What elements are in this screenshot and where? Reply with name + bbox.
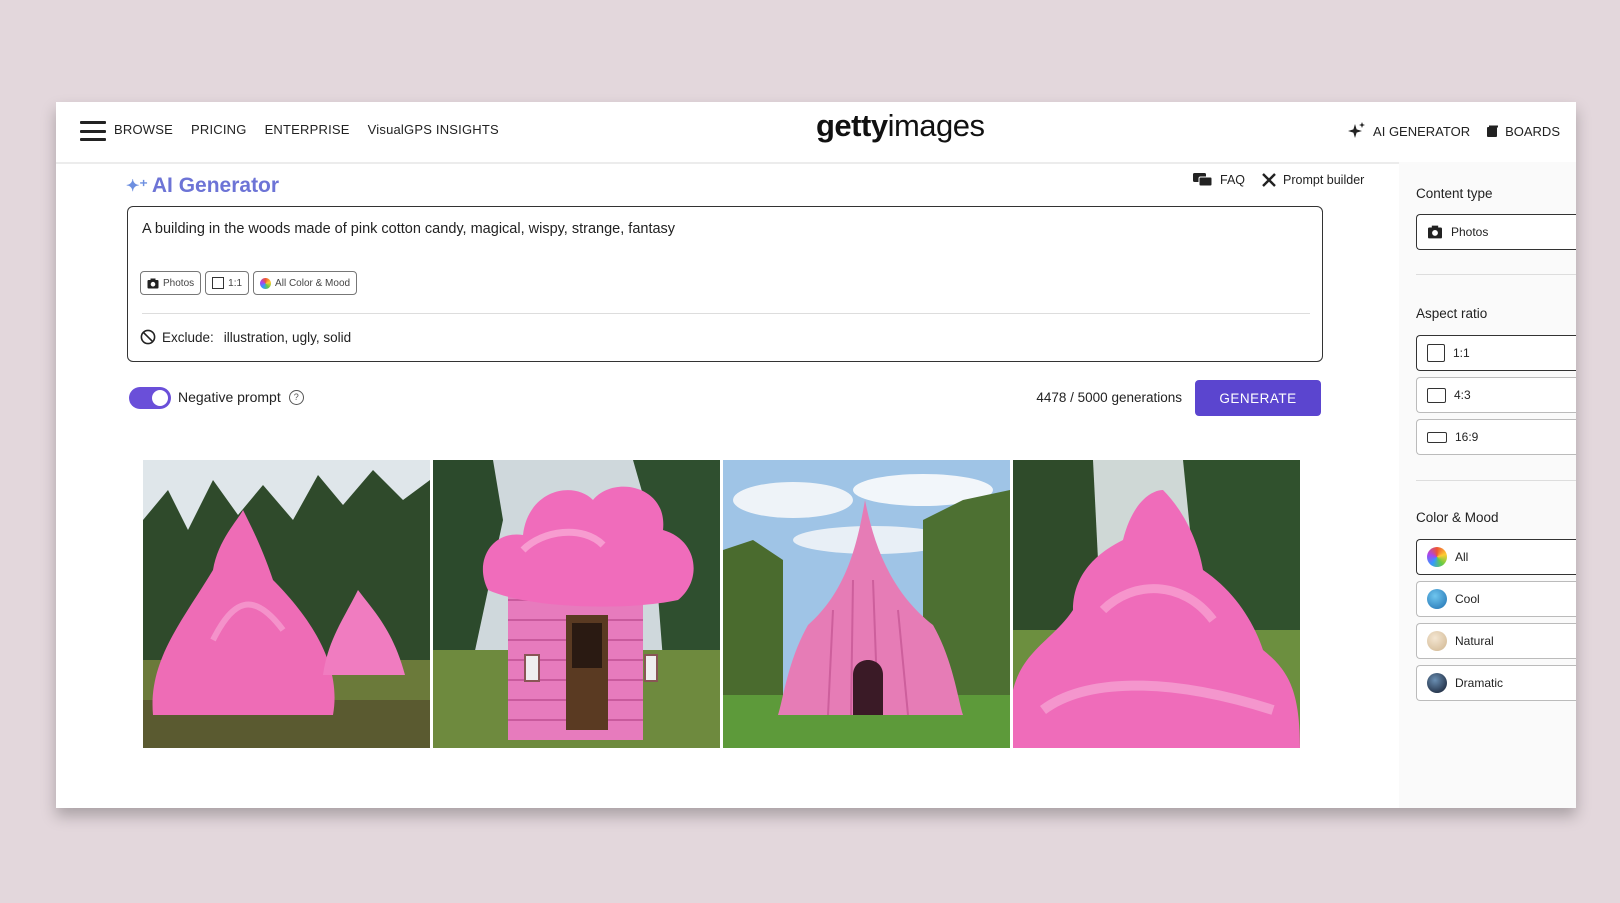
negative-prompt-row: Negative prompt ?: [178, 389, 304, 405]
color-all[interactable]: All: [1416, 539, 1576, 575]
content-type-label: Photos: [1451, 225, 1489, 239]
logo-bold: getty: [816, 108, 888, 143]
color-all-label: All: [1455, 550, 1469, 564]
generated-image-4[interactable]: [1013, 460, 1300, 748]
chip-aspect[interactable]: 1:1: [205, 271, 250, 295]
aspect-4-3[interactable]: 4:3: [1416, 377, 1576, 413]
ai-generator-label: AI GENERATOR: [1373, 123, 1471, 139]
square-icon: [1427, 344, 1445, 362]
camera-icon: [147, 278, 159, 288]
aspect-ratio-title: Aspect ratio: [1416, 306, 1488, 321]
boards-icon: [1487, 125, 1499, 137]
natural-swatch-icon: [1427, 631, 1447, 651]
page-title: ✦⁺ AI Generator: [126, 174, 279, 198]
generated-image-1[interactable]: [143, 460, 430, 748]
logo-light: images: [887, 108, 985, 143]
sparkle-icon: [1348, 122, 1366, 138]
generated-image-3[interactable]: [723, 460, 1010, 748]
divider: [1416, 274, 1576, 275]
ai-generator-link[interactable]: AI GENERATOR: [1347, 121, 1470, 141]
page-title-text: AI Generator: [151, 174, 280, 197]
faq-label: FAQ: [1220, 173, 1246, 187]
color-dramatic-label: Dramatic: [1455, 676, 1504, 690]
chat-icon: [1193, 173, 1213, 187]
aspect-4-3-label: 4:3: [1454, 388, 1471, 402]
generated-image-2[interactable]: [433, 460, 720, 748]
color-natural-label: Natural: [1455, 634, 1494, 648]
color-mood-title: Color & Mood: [1416, 510, 1499, 525]
color-cool[interactable]: Cool: [1416, 581, 1576, 617]
color-dramatic[interactable]: Dramatic: [1416, 665, 1576, 701]
help-links: FAQ Prompt builder: [1192, 172, 1364, 188]
exclude-row[interactable]: Exclude: illustration, ugly, solid: [140, 329, 351, 345]
filter-panel: Content type Photos Aspect ratio 1:1 4:3…: [1399, 162, 1576, 808]
exclude-label: Exclude:: [162, 329, 214, 345]
negative-prompt-label: Negative prompt: [178, 389, 281, 405]
gettyimages-logo[interactable]: gettyimages: [816, 108, 985, 144]
color-wheel-icon: [260, 277, 272, 289]
nav-enterprise[interactable]: ENTERPRISE: [265, 122, 350, 137]
boards-label: BOARDS: [1505, 123, 1560, 139]
app-window: BROWSE PRICING ENTERPRISE VisualGPS INSI…: [56, 102, 1576, 808]
boards-link[interactable]: BOARDS: [1486, 124, 1560, 139]
block-icon: [140, 329, 156, 345]
dramatic-swatch-icon: [1427, 673, 1447, 693]
wide-rectangle-icon: [1427, 431, 1447, 443]
generation-count: 4478 / 5000 generations: [1036, 390, 1182, 405]
camera-icon: [1428, 225, 1442, 239]
top-nav: BROWSE PRICING ENTERPRISE VisualGPS INSI…: [56, 102, 1576, 164]
divider: [1416, 480, 1576, 481]
tools-icon: [1262, 173, 1276, 187]
aspect-1-1-label: 1:1: [1453, 346, 1470, 360]
nav-links: BROWSE PRICING ENTERPRISE VisualGPS INSI…: [114, 122, 499, 137]
prompt-chips: Photos 1:1 All Color & Mood: [140, 271, 358, 295]
chip-photos[interactable]: Photos: [140, 271, 202, 295]
help-icon[interactable]: ?: [288, 389, 304, 405]
aspect-1-1[interactable]: 1:1: [1416, 335, 1576, 371]
cool-swatch-icon: [1427, 589, 1447, 609]
nav-pricing[interactable]: PRICING: [191, 122, 247, 137]
chip-photos-label: Photos: [163, 277, 195, 289]
aspect-16-9-label: 16:9: [1455, 430, 1479, 444]
image-gallery: [143, 460, 1300, 748]
prompt-box[interactable]: A building in the woods made of pink cot…: [127, 206, 1323, 362]
color-natural[interactable]: Natural: [1416, 623, 1576, 659]
nav-browse[interactable]: BROWSE: [114, 122, 173, 137]
exclude-value[interactable]: illustration, ugly, solid: [224, 330, 351, 345]
prompt-builder-label: Prompt builder: [1283, 173, 1365, 187]
prompt-builder-link[interactable]: Prompt builder: [1261, 172, 1364, 188]
generate-button[interactable]: GENERATE: [1195, 380, 1321, 416]
menu-icon[interactable]: [80, 121, 106, 141]
nav-visualgps-insights[interactable]: VisualGPS INSIGHTS: [368, 122, 499, 137]
nav-right: AI GENERATOR BOARDS: [1347, 121, 1560, 141]
color-cool-label: Cool: [1455, 592, 1480, 606]
negative-prompt-toggle[interactable]: [129, 387, 171, 409]
content-type-photos[interactable]: Photos: [1416, 214, 1576, 250]
sparkle-icon: ✦⁺: [126, 178, 148, 195]
divider: [142, 313, 1310, 314]
content-type-title: Content type: [1416, 186, 1493, 201]
chip-color-label: All Color & Mood: [275, 277, 351, 289]
color-wheel-icon: [1427, 547, 1447, 567]
square-icon: [212, 277, 225, 289]
faq-link[interactable]: FAQ: [1192, 172, 1245, 188]
rectangle-icon: [1427, 387, 1446, 403]
aspect-16-9[interactable]: 16:9: [1416, 419, 1576, 455]
chip-aspect-label: 1:1: [228, 277, 243, 289]
chip-color-mood[interactable]: All Color & Mood: [253, 271, 358, 295]
prompt-input[interactable]: A building in the woods made of pink cot…: [142, 221, 675, 237]
